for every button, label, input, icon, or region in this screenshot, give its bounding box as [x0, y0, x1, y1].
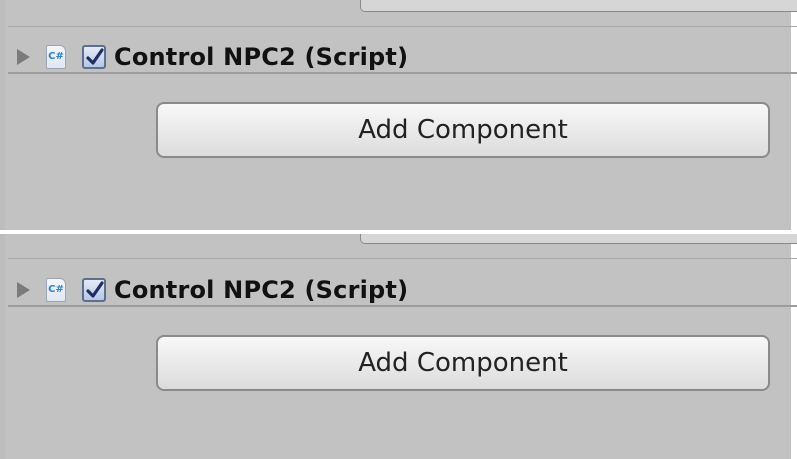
inspector-panel-bottom: C# Control NPC2 (Script) Add Component [0, 234, 797, 459]
checkmark-icon [86, 48, 104, 65]
component-title: Control NPC2 (Script) [114, 276, 409, 304]
inspector-panel-top: C# Control NPC2 (Script) Add Component [0, 0, 797, 230]
component-enabled-checkbox[interactable] [82, 278, 106, 302]
component-enabled-checkbox[interactable] [82, 45, 106, 69]
component-title: Control NPC2 (Script) [114, 43, 409, 71]
divider [8, 26, 797, 27]
divider [8, 258, 797, 259]
csharp-script-icon: C# [46, 278, 66, 302]
foldout-arrow-icon[interactable] [17, 49, 30, 65]
csharp-script-icon: C# [46, 45, 66, 69]
divider [8, 72, 797, 74]
panel-left-edge [0, 0, 5, 230]
panel-right-edge [791, 0, 797, 230]
panel-right-edge [791, 234, 797, 459]
previous-field [360, 0, 797, 12]
foldout-arrow-icon[interactable] [17, 282, 30, 298]
panel-left-edge [0, 234, 5, 459]
script-icon-label: C# [48, 284, 64, 295]
add-component-button[interactable]: Add Component [156, 335, 770, 391]
script-icon-label: C# [48, 51, 64, 62]
previous-field [360, 234, 797, 244]
checkmark-icon [86, 281, 104, 298]
divider [8, 305, 797, 307]
add-component-button[interactable]: Add Component [156, 102, 770, 158]
